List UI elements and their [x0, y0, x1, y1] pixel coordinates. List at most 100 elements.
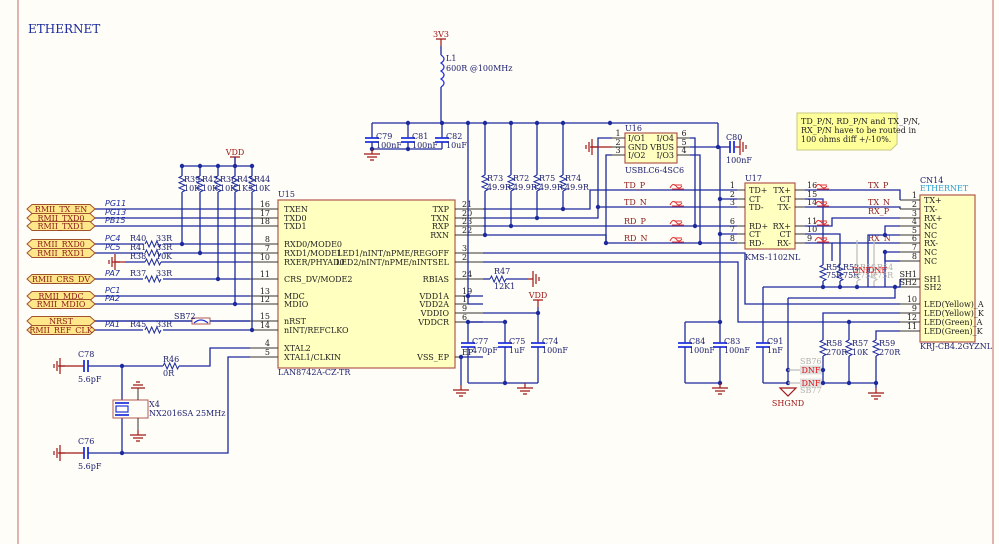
resistor-value: 270R	[826, 348, 848, 357]
cap-value: 1nF	[767, 346, 783, 355]
cap-ref: C83	[724, 337, 740, 346]
resistor-value: 270R	[879, 348, 901, 357]
cap-value: 470pF	[472, 346, 498, 355]
routing-note-line: RX_P/N have to be routed in	[801, 126, 916, 135]
resistor-value: 10K	[852, 348, 869, 357]
pin-name: LED1/nINT/nPME/REGOFF	[337, 249, 449, 258]
net-label: NRST	[49, 317, 74, 326]
connector-net-name: TX_N	[868, 198, 890, 207]
ground-icon	[453, 385, 469, 397]
power-label: VDD	[225, 148, 245, 157]
pin-name: nRST	[284, 317, 307, 326]
x4-ref: X4	[149, 400, 160, 409]
resistor-ref: R59	[879, 339, 895, 348]
net-label: RMII_TXD1	[37, 222, 84, 231]
connector-net-name: TX_P	[868, 181, 889, 190]
pin-name: RXN	[430, 231, 449, 240]
pin-name: VDDCR	[417, 318, 450, 327]
c76-value: 5.6pF	[78, 462, 102, 471]
junction-dot	[179, 241, 185, 247]
pin-number: 7	[265, 244, 270, 253]
u16-ref: U16	[625, 124, 642, 133]
u15-part: LAN8742A-CZ-TR	[278, 368, 351, 377]
pin-name: I/O1	[628, 134, 646, 143]
dnf-label: DNF	[802, 366, 821, 375]
pin-name: SH2	[924, 283, 942, 292]
cap-ref: C79	[376, 132, 392, 141]
pin-name: CRS_DV/MODE2	[284, 275, 352, 284]
junction-dot	[846, 380, 852, 386]
pin-number: 15	[260, 312, 270, 321]
shield-ground-icon	[778, 387, 798, 397]
pin-number: 1	[730, 181, 735, 190]
wire	[483, 189, 737, 210]
pin-number: 2	[462, 253, 467, 262]
mcu-pin-label: PA2	[105, 294, 120, 303]
pin-number: 5	[265, 348, 270, 357]
c80-ref: C80	[726, 133, 742, 142]
pin-name: NC	[924, 248, 937, 257]
junction-dot	[607, 120, 613, 126]
shgnd-label: SHGND	[772, 399, 804, 408]
wire	[788, 286, 900, 299]
junction-dot	[232, 301, 238, 307]
sheet-title: ETHERNET	[28, 22, 100, 36]
junction-dot	[603, 240, 609, 246]
pin-name: MDIO	[284, 300, 309, 309]
dnf-label-r54: DNF	[868, 266, 887, 275]
pin-name: TXP	[433, 205, 450, 214]
cap-value: 10uF	[446, 141, 467, 150]
pin-name: RX-	[777, 239, 791, 248]
schematic-sheet: ETHERNET U15 LAN8742A-CZ-TR 16 TXEN 17 TXD0 18 T…	[0, 0, 999, 544]
diff-pair-directive-icon	[669, 219, 684, 226]
c80-value: 100nF	[726, 156, 752, 165]
resistor-value: 33R	[156, 269, 173, 278]
pin-name: TD+	[749, 186, 767, 195]
pin-number: 6	[912, 234, 917, 243]
pin-name: I/O3	[656, 151, 674, 160]
pin-number: 4	[912, 217, 917, 226]
pin-number: 14	[260, 321, 270, 330]
connector-net-name: RX_P	[868, 207, 890, 216]
resistor-value: 33R	[156, 234, 173, 243]
resistor-value: 49.9R	[565, 183, 590, 192]
pin-number: 9	[912, 304, 917, 313]
cap-value: 1uF	[509, 346, 525, 355]
cn14-sublabel: ETHERNET	[920, 184, 969, 193]
ground-icon	[528, 271, 540, 287]
junction-dot	[692, 223, 698, 229]
pin-name: RX-	[924, 239, 938, 248]
resistor-value: 49.9R	[487, 183, 512, 192]
u17-ref: U17	[745, 174, 762, 183]
pin-name: VSS_EP	[416, 353, 449, 362]
power-port-icon	[533, 299, 543, 307]
net-label: RMII_CRS_DV	[32, 275, 90, 284]
pin-number: 7	[912, 243, 917, 252]
r46-value: 0R	[163, 369, 175, 378]
diff-net-name: TD_P	[624, 181, 646, 190]
pin-name: LED(Green)_K	[924, 327, 984, 336]
pin-number: 23	[462, 217, 472, 226]
resistor-ref: R41	[130, 243, 146, 252]
resistor-ref: R40	[130, 234, 146, 243]
pin-name: TX-	[924, 205, 938, 214]
pin-number: 11	[260, 270, 270, 279]
pin-number: 8	[912, 252, 917, 261]
cap-ref: C75	[509, 337, 525, 346]
mcu-pin-label: PG11	[105, 199, 126, 208]
pin-number: 12	[260, 295, 270, 304]
pin-number: 9	[462, 304, 467, 313]
pin-name: NC	[924, 257, 937, 266]
c78-ref: C78	[78, 350, 94, 359]
junction-dot	[873, 380, 879, 386]
c78-value: 5.6pF	[78, 375, 102, 384]
diff-pair-directive-icon	[669, 236, 684, 243]
capacitor-icon	[83, 360, 89, 372]
pin-name: RBIAS	[423, 275, 449, 284]
pin-number: 21	[462, 200, 472, 209]
power-label: VDD	[528, 291, 548, 300]
pin-number: 12	[907, 313, 917, 322]
wire	[597, 137, 612, 207]
resistor-ref: R37	[130, 269, 146, 278]
pin-name: I/O2	[628, 151, 646, 160]
